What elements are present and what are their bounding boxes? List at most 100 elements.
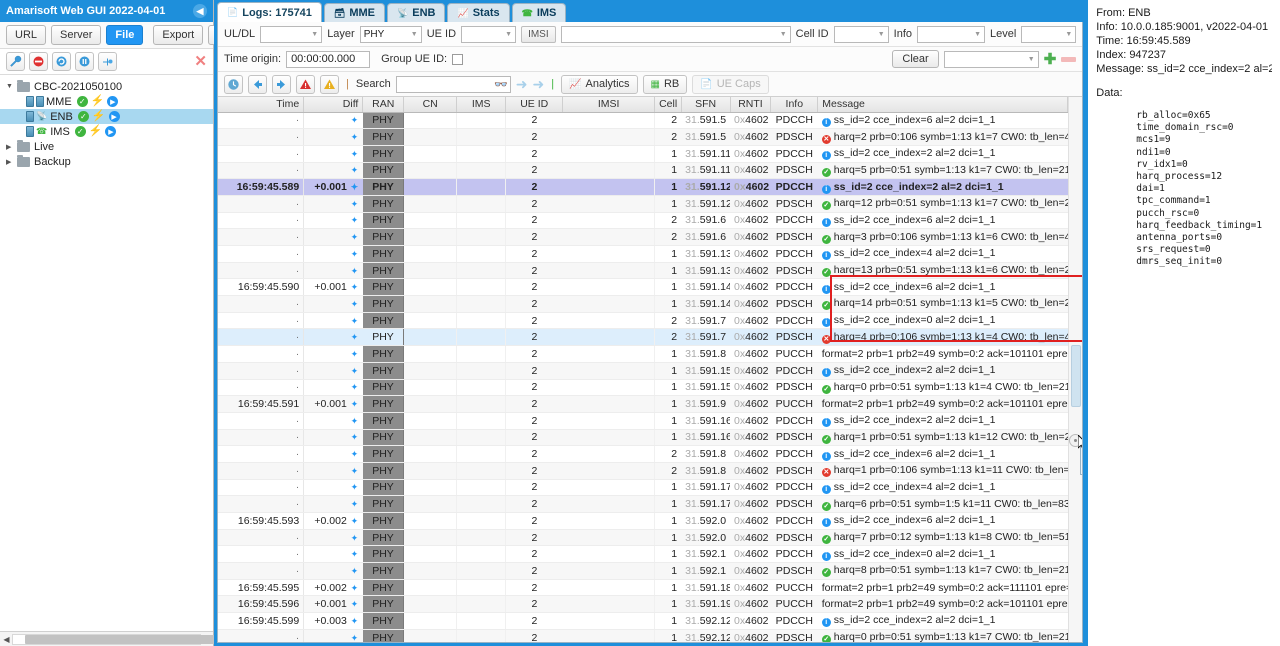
tab-ims[interactable]: ☎ IMS xyxy=(511,3,567,22)
export-button[interactable]: Export xyxy=(153,25,204,45)
table-row[interactable]: · ✦ PHY 2 2 31.591.8 0x4602 PDSCH ✕ harq=1 prb=0:… xyxy=(218,462,1068,480)
table-row[interactable]: · ✦ PHY 2 1 31.591.16 0x4602 PDCCH i ss_id=2 cce_… xyxy=(218,412,1068,430)
table-row[interactable]: · ✦ PHY 2 1 31.591.15 0x4602 PDSCH ✓ harq=0 prb=0… xyxy=(218,379,1068,397)
chevron-right-icon[interactable]: ▶ xyxy=(6,143,17,151)
clear-button[interactable]: Clear xyxy=(892,50,939,68)
table-row[interactable]: · ✦ PHY 2 1 31.591.12 0x4602 PDSCH ✓ harq=12 prb=… xyxy=(218,195,1068,213)
play-icon[interactable]: ▶ xyxy=(108,111,120,122)
log-grid[interactable]: Time Diff RAN CN IMS UE ID IMSI Cell SFN… xyxy=(218,97,1069,642)
table-row[interactable]: 16:59:45.596 +0.001 ✦ PHY 2 1 31.591.19 0x4602 P… xyxy=(218,595,1068,614)
table-row[interactable]: · ✦ PHY 2 1 31.591.14 0x4602 PDSCH ✓ harq=14 prb=… xyxy=(218,295,1068,313)
table-row[interactable]: · ✦ PHY 2 1 31.591.11 0x4602 PDCCH i ss_id=2 cce_… xyxy=(218,145,1068,163)
preset-select[interactable]: ▼ xyxy=(943,50,1039,68)
sidebar-horizontal-scrollbar[interactable]: ◀ ▶ xyxy=(0,631,585,646)
col-info[interactable]: Info xyxy=(770,97,819,113)
tab-mme[interactable]: 🗃 MME xyxy=(323,3,386,22)
table-row[interactable]: 16:59:45.590 +0.001 ✦ PHY 2 1 31.591.14 0x4602 P… xyxy=(218,278,1068,297)
col-sfn[interactable]: SFN xyxy=(681,97,731,113)
error-icon[interactable] xyxy=(296,74,315,94)
plus-icon[interactable]: ✚ xyxy=(1044,52,1057,67)
table-row[interactable]: · ✦ PHY 2 2 31.591.5 0x4602 PDCCH i ss_id=2 cce_i… xyxy=(218,112,1068,130)
col-ims[interactable]: IMS xyxy=(456,97,507,113)
table-row[interactable]: · ✦ PHY 2 1 31.591.17 0x4602 PDSCH ✓ harq=6 prb=0… xyxy=(218,495,1068,513)
tree-item-mme[interactable]: MME ✓ ⚡ ▶ xyxy=(0,94,213,109)
server-button[interactable]: Server xyxy=(51,25,102,45)
clock-icon[interactable] xyxy=(224,74,243,94)
warning-icon[interactable] xyxy=(320,74,339,94)
table-row[interactable]: · ✦ PHY 2 1 31.592.12 0x4602 PDSCH ✓ harq=0 prb=0… xyxy=(218,629,1068,642)
close-icon[interactable]: ✕ xyxy=(194,54,207,69)
table-row[interactable]: · ✦ PHY 2 1 31.591.13 0x4602 PDSCH ✓ harq=13 prb=… xyxy=(218,262,1068,280)
table-row[interactable]: · ✦ PHY 2 2 31.591.6 0x4602 PDCCH i ss_id=2 cce_i… xyxy=(218,212,1068,230)
table-row[interactable]: 16:59:45.593 +0.002 ✦ PHY 2 1 31.592.0 0x4602 PD… xyxy=(218,512,1068,530)
analytics-button[interactable]: 📈 Analytics xyxy=(561,74,638,94)
level-select[interactable]: ▼ xyxy=(1021,25,1077,43)
table-row[interactable]: 16:59:45.595 +0.002 ✦ PHY 2 1 31.591.18 0x4602 P… xyxy=(218,579,1068,597)
col-rnti[interactable]: RNTI xyxy=(730,97,772,113)
col-diff[interactable]: Diff xyxy=(303,97,364,113)
col-ran[interactable]: RAN xyxy=(362,97,405,113)
tab-enb[interactable]: 📡 ENB xyxy=(387,3,446,22)
col-ueid[interactable]: UE ID xyxy=(505,97,564,113)
group-ue-checkbox[interactable] xyxy=(452,53,464,65)
url-button[interactable]: URL xyxy=(6,25,47,45)
table-row[interactable]: · ✦ PHY 2 2 31.591.7 0x4602 PDCCH i ss_id=2 cce_i… xyxy=(218,312,1068,330)
table-row[interactable]: 16:59:45.589 +0.001 ✦ PHY 2 1 31.591.12 0x4602 P… xyxy=(218,178,1068,196)
play-icon[interactable]: ▶ xyxy=(107,96,119,107)
cellid-select[interactable]: ▼ xyxy=(833,25,889,43)
plug-icon-2[interactable] xyxy=(98,52,117,71)
table-row[interactable]: 16:59:45.599 +0.003 ✦ PHY 2 1 31.592.12 0x4602 P… xyxy=(218,612,1068,630)
wrench-icon[interactable] xyxy=(6,52,25,71)
table-row[interactable]: · ✦ PHY 2 1 31.592.1 0x4602 PDCCH i ss_id=2 cce_i… xyxy=(218,545,1068,564)
stop-icon[interactable] xyxy=(29,52,48,71)
tab-stats[interactable]: 📈 Stats xyxy=(447,3,510,22)
uldl-select[interactable]: ▼ xyxy=(260,25,323,43)
tree-item-backup[interactable]: ▶ Backup xyxy=(0,154,213,169)
table-row[interactable]: 16:59:45.591 +0.001 ✦ PHY 2 1 31.591.9 0x4602 PU… xyxy=(218,395,1068,413)
table-row[interactable]: · ✦ PHY 2 1 31.591.15 0x4602 PDCCH i ss_id=2 cce_… xyxy=(218,362,1068,380)
tree-item-ims[interactable]: ☎ IMS ✓ ⚡ ▶ xyxy=(0,124,213,139)
ueid-select[interactable]: ▼ xyxy=(461,25,517,43)
time-origin-input[interactable] xyxy=(286,50,371,68)
arrow-right-icon[interactable] xyxy=(272,74,291,94)
table-row[interactable]: · ✦ PHY 2 1 31.592.1 0x4602 PDSCH ✓ harq=8 prb=0:… xyxy=(218,562,1068,580)
play-icon[interactable]: ▶ xyxy=(105,126,117,137)
table-row[interactable]: · ✦ PHY 2 2 31.591.8 0x4602 PDCCH i ss_id=2 cce_i… xyxy=(218,445,1068,463)
search-prev-icon[interactable]: ➜ xyxy=(516,77,528,91)
table-row[interactable]: · ✦ PHY 2 1 31.591.8 0x4602 PUCCH format=2 prb=1… xyxy=(218,345,1068,363)
file-button[interactable]: File xyxy=(106,25,144,45)
scroll-thumb[interactable] xyxy=(1071,345,1082,407)
table-row[interactable]: · ✦ PHY 2 2 31.591.6 0x4602 PDSCH ✓ harq=3 prb=0:… xyxy=(218,228,1068,246)
binoculars-icon[interactable]: 👓 xyxy=(494,78,508,91)
chevron-down-icon[interactable]: ▼ xyxy=(6,83,17,90)
col-time[interactable]: Time xyxy=(218,97,305,113)
imsi-button[interactable]: IMSI xyxy=(521,25,556,43)
table-row[interactable]: · ✦ PHY 2 2 31.591.7 0x4602 PDSCH ✕ harq=4 prb=0:… xyxy=(218,328,1068,347)
grid-vertical-scrollbar[interactable] xyxy=(1068,97,1083,642)
table-row[interactable]: · ✦ PHY 2 1 31.591.17 0x4602 PDCCH i ss_id=2 cce_… xyxy=(218,479,1068,497)
pause-icon[interactable] xyxy=(75,52,94,71)
minus-icon[interactable] xyxy=(1061,56,1077,62)
layer-select[interactable]: PHY ▼ xyxy=(359,25,422,43)
scroll-track[interactable] xyxy=(12,633,585,645)
imsi-select[interactable]: ▼ xyxy=(560,25,791,43)
tree-item-live[interactable]: ▶ Live xyxy=(0,139,213,154)
tree-item-enb[interactable]: 📡 ENB ✓ ⚡ ▶ xyxy=(0,109,213,124)
col-imsi[interactable]: IMSI xyxy=(562,97,656,113)
arrow-left-icon[interactable] xyxy=(248,74,267,94)
scroll-left-arrow[interactable]: ◀ xyxy=(1,635,12,644)
table-row[interactable]: · ✦ PHY 2 2 31.591.5 0x4602 PDSCH ✕ harq=2 prb=0:… xyxy=(218,128,1068,146)
col-cell[interactable]: Cell xyxy=(654,97,682,113)
info-select[interactable]: ▼ xyxy=(917,25,985,43)
tab-logs[interactable]: 📄 Logs: 175741 xyxy=(217,2,322,22)
col-cn[interactable]: CN xyxy=(403,97,458,113)
chevron-right-icon[interactable]: ▶ xyxy=(6,158,17,166)
rb-button[interactable]: ▦ RB xyxy=(642,74,688,94)
table-row[interactable]: · ✦ PHY 2 1 31.591.13 0x4602 PDCCH i ss_id=2 cce_… xyxy=(218,245,1068,263)
table-row[interactable]: · ✦ PHY 2 1 31.591.11 0x4602 PDSCH ✓ harq=5 prb=0… xyxy=(218,162,1068,180)
tree-item-cbc[interactable]: ▼ CBC-2021050100 xyxy=(0,79,213,94)
table-row[interactable]: · ✦ PHY 2 1 31.591.16 0x4602 PDSCH ✓ harq=1 prb=0… xyxy=(218,429,1068,447)
search-next-icon[interactable]: ➜ xyxy=(532,77,544,91)
col-message[interactable]: Message xyxy=(817,97,1069,113)
table-row[interactable]: · ✦ PHY 2 1 31.592.0 0x4602 PDSCH ✓ harq=7 prb=0:… xyxy=(218,529,1068,547)
